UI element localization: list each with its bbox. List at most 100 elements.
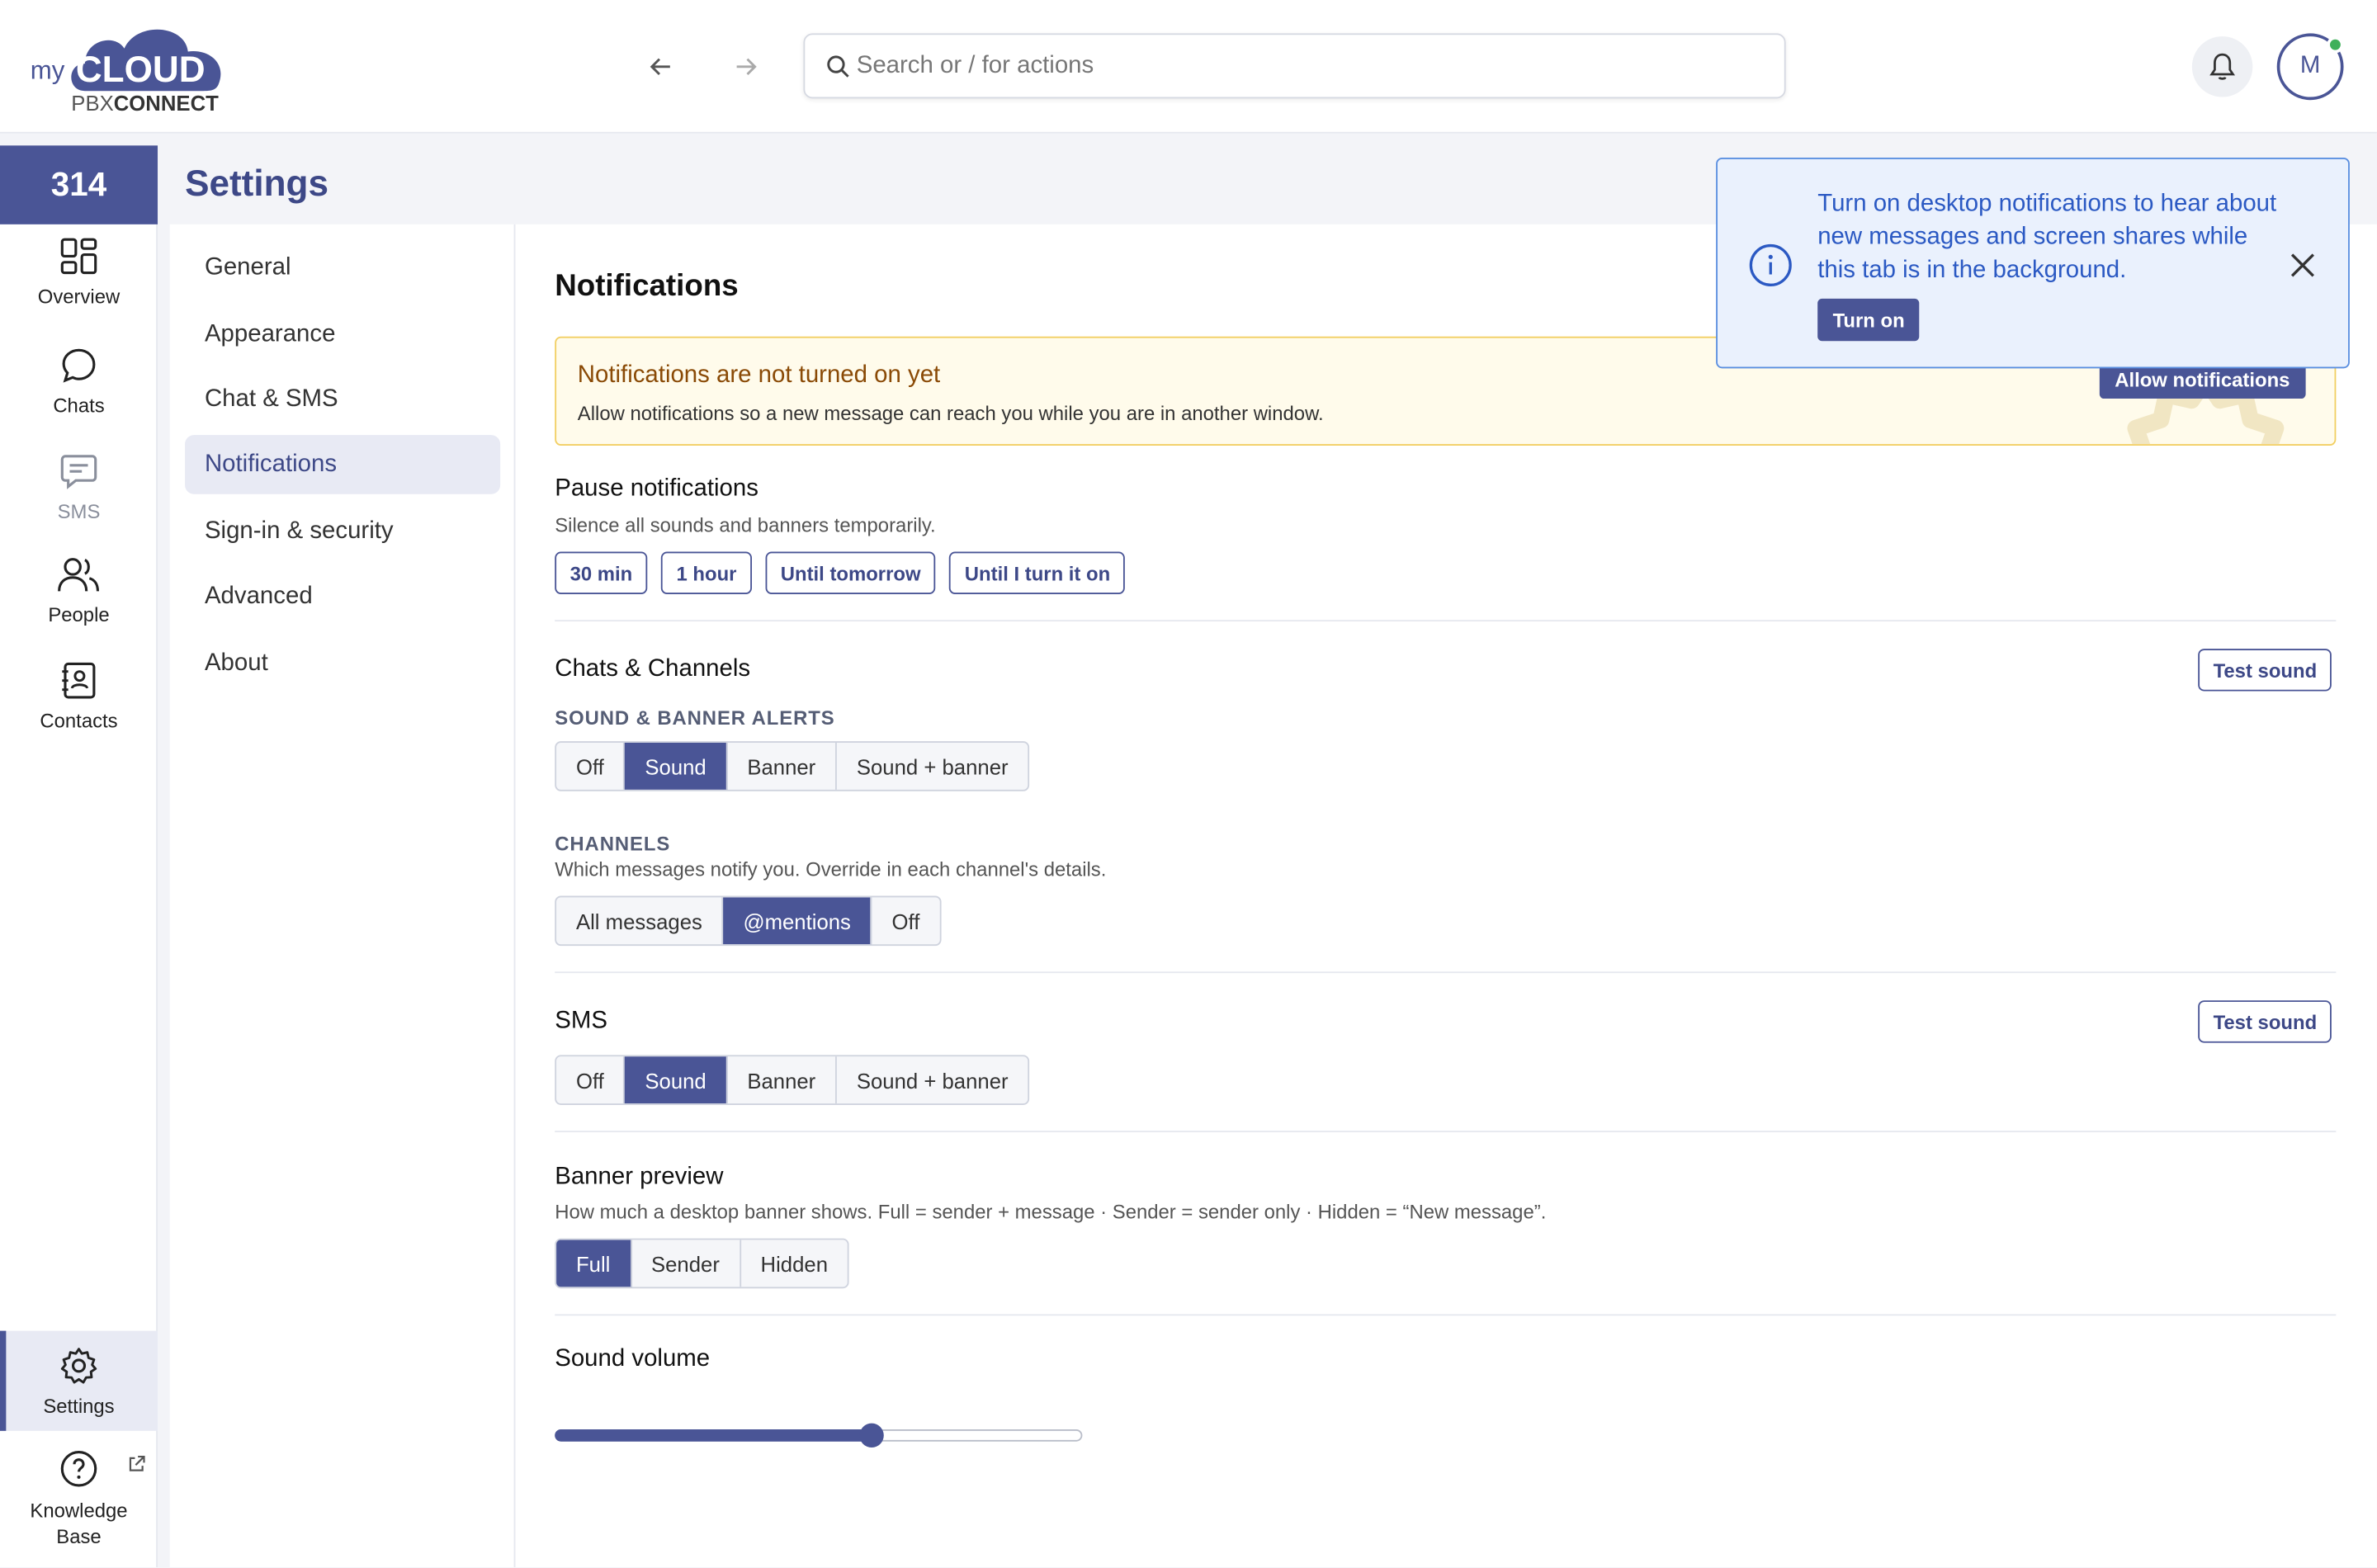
back-button[interactable] <box>640 45 682 87</box>
rail-label: Base <box>56 1524 102 1548</box>
rail-item-sms[interactable]: SMS <box>0 451 158 536</box>
pause-until-tomorrow-button[interactable]: Until tomorrow <box>765 551 936 594</box>
user-avatar[interactable]: M <box>2276 33 2344 101</box>
banner-preview-selector: Full Sender Hidden <box>555 1238 849 1289</box>
option-sound-banner[interactable]: Sound + banner <box>837 1056 1028 1103</box>
rail-label: SMS <box>57 500 101 523</box>
rail-label: Contacts <box>40 709 118 733</box>
divider <box>555 971 2337 974</box>
gear-icon <box>60 1348 97 1384</box>
arrow-left-icon <box>650 58 670 76</box>
rail-item-chats[interactable]: Chats <box>0 346 158 431</box>
warning-text: Allow notifications so a new message can… <box>577 401 1324 425</box>
subnav-item-advanced[interactable]: Advanced <box>185 567 500 626</box>
extension-number[interactable]: 314 <box>0 145 158 224</box>
rail-label: Knowledge <box>30 1499 128 1523</box>
notifications-button[interactable] <box>2191 36 2253 97</box>
option-banner[interactable]: Banner <box>727 742 837 790</box>
subnav-item-general[interactable]: General <box>185 238 500 297</box>
sms-icon <box>60 455 97 489</box>
divider <box>555 1314 2337 1316</box>
toast-message: Turn on desktop notifications to hear ab… <box>1817 191 2277 284</box>
channels-mode-selector: All messages @mentions Off <box>555 895 942 947</box>
subnav-item-appearance[interactable]: Appearance <box>185 305 500 364</box>
rail-item-knowledge-base[interactable]: Knowledge Base <box>0 1449 158 1567</box>
pause-title: Pause notifications <box>555 475 758 502</box>
pause-until-turned-on-button[interactable]: Until I turn it on <box>949 551 1126 594</box>
option-off[interactable]: Off <box>556 742 626 790</box>
pause-subtitle: Silence all sounds and banners temporari… <box>555 513 936 537</box>
people-icon <box>58 558 100 592</box>
option-hidden[interactable]: Hidden <box>741 1240 848 1287</box>
chats-alert-mode-selector: Off Sound Banner Sound + banner <box>555 741 1030 791</box>
help-icon <box>60 1450 97 1487</box>
forward-button[interactable] <box>725 45 767 87</box>
rail-label: Overview <box>37 285 121 308</box>
subnav-item-chat-sms[interactable]: Chat & SMS <box>185 370 500 429</box>
sms-alert-mode-selector: Off Sound Banner Sound + banner <box>555 1055 1030 1105</box>
channels-caption: CHANNELS <box>555 832 671 855</box>
rail-item-contacts[interactable]: Contacts <box>0 661 158 746</box>
pause-1hour-button[interactable]: 1 hour <box>661 551 752 594</box>
warning-title: Notifications are not turned on yet <box>577 361 941 389</box>
top-bar: my CLOUD PBX CONNECT M <box>0 0 2377 134</box>
sms-test-sound-button[interactable]: Test sound <box>2198 1000 2332 1043</box>
alerts-caption: SOUND & BANNER ALERTS <box>555 706 835 730</box>
search-input[interactable] <box>856 35 1766 97</box>
subnav-item-about[interactable]: About <box>185 634 500 693</box>
section-heading: Notifications <box>555 269 739 304</box>
sound-volume-slider[interactable] <box>555 1423 1083 1448</box>
info-icon <box>1749 243 1792 286</box>
rail-item-settings[interactable]: Settings <box>0 1330 158 1431</box>
option-mentions[interactable]: @mentions <box>723 897 872 945</box>
divider <box>555 620 2337 622</box>
sms-title: SMS <box>555 1008 607 1034</box>
bell-icon <box>2209 53 2236 80</box>
option-sound[interactable]: Sound <box>625 742 728 790</box>
rail-label: People <box>48 603 110 626</box>
chat-icon <box>62 348 96 383</box>
option-full[interactable]: Full <box>556 1240 632 1287</box>
contacts-icon <box>62 662 96 699</box>
option-sender[interactable]: Sender <box>631 1240 741 1287</box>
chats-channels-title: Chats & Channels <box>555 656 751 682</box>
slider-handle[interactable] <box>859 1423 884 1448</box>
left-rail: 314 Overview Chats SMS People Contacts S… <box>0 145 158 1568</box>
brand-logo: my CLOUD PBX CONNECT <box>31 29 221 116</box>
online-status-dot <box>2327 36 2344 54</box>
sound-volume-title: Sound volume <box>555 1345 711 1372</box>
slider-fill <box>555 1429 872 1442</box>
svg-text:PBX: PBX <box>71 92 113 116</box>
banner-preview-subtitle: How much a desktop banner shows. Full = … <box>555 1200 1547 1224</box>
option-off[interactable]: Off <box>556 1056 626 1104</box>
app-window: my CLOUD PBX CONNECT M 314 Overview <box>0 0 2377 1568</box>
rail-label: Settings <box>43 1394 115 1418</box>
close-icon[interactable] <box>2288 250 2318 281</box>
search-box[interactable] <box>803 33 1786 99</box>
rail-item-overview[interactable]: Overview <box>0 237 158 328</box>
avatar-initial: M <box>2299 53 2321 79</box>
pause-30min-button[interactable]: 30 min <box>555 551 648 594</box>
page-title: Settings <box>185 163 328 205</box>
external-link-icon <box>129 1455 145 1471</box>
rail-item-people[interactable]: People <box>0 555 158 640</box>
svg-text:CONNECT: CONNECT <box>114 92 219 116</box>
desktop-notifications-toast: Turn on desktop notifications to hear ab… <box>1716 158 2350 369</box>
subnav-item-sign-in-security[interactable]: Sign-in & security <box>185 502 500 561</box>
option-banner[interactable]: Banner <box>727 1056 837 1104</box>
search-icon <box>827 55 849 78</box>
pause-options: 30 min 1 hour Until tomorrow Until I tur… <box>555 551 1126 594</box>
turn-on-button[interactable]: Turn on <box>1817 298 1921 342</box>
channels-subtitle: Which messages notify you. Override in e… <box>555 857 1107 881</box>
overview-icon <box>60 238 97 275</box>
option-sound-banner[interactable]: Sound + banner <box>837 743 1028 790</box>
subnav-item-notifications[interactable]: Notifications <box>185 435 501 494</box>
option-sound[interactable]: Sound <box>625 1056 728 1104</box>
banner-preview-title: Banner preview <box>555 1164 724 1190</box>
divider <box>555 1131 2337 1133</box>
settings-subnav: General Appearance Chat & SMS Notificati… <box>169 224 516 1568</box>
svg-text:my: my <box>31 56 65 85</box>
chats-test-sound-button[interactable]: Test sound <box>2198 649 2332 692</box>
option-all-messages[interactable]: All messages <box>556 897 724 945</box>
option-off[interactable]: Off <box>872 897 940 944</box>
